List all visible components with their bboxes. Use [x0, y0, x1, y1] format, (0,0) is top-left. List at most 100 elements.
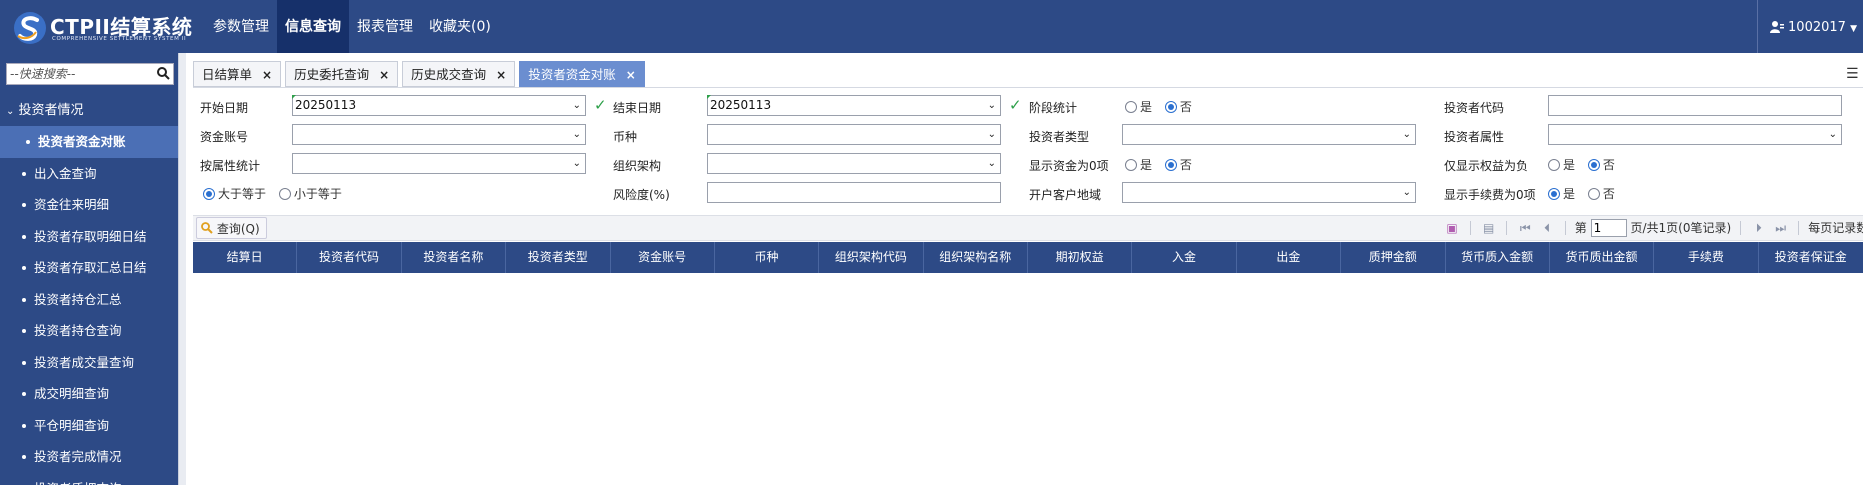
only-negative-radios: 是 否 [1548, 156, 1624, 173]
investor-attr-select[interactable]: ⌄ [1548, 124, 1842, 145]
search-icon[interactable] [157, 67, 170, 80]
menu-item-label: 投资者存取明细日结 [34, 229, 147, 244]
menu-item-close-detail[interactable]: 平仓明细查询 [0, 410, 178, 442]
radio-label: 大于等于 [218, 187, 266, 201]
close-icon[interactable]: × [379, 68, 389, 82]
col-investor-margin[interactable]: 投资者保证金 [1759, 242, 1863, 273]
only-negative-yes-radio[interactable] [1548, 159, 1560, 171]
close-icon[interactable]: × [626, 68, 636, 82]
tab-order-history[interactable]: 历史委托查询× [285, 61, 398, 87]
col-currency[interactable]: 币种 [715, 242, 819, 273]
region-select[interactable]: ⌄ [1122, 182, 1416, 203]
tab-divider [193, 87, 1863, 88]
attr-stat-select[interactable]: ⌄ [292, 153, 586, 174]
investor-type-select[interactable]: ⌄ [1122, 124, 1416, 145]
next-page-icon[interactable]: ⏵ [1750, 216, 1768, 240]
close-icon[interactable]: × [262, 68, 272, 82]
divider [1740, 221, 1741, 235]
fund-account-label: 资金账号 [200, 128, 248, 145]
show-zero-yes-radio[interactable] [1125, 159, 1137, 171]
radio-label: 是 [1140, 158, 1152, 172]
chevron-down-icon: ⌄ [988, 154, 996, 173]
menu-item-label: 投资者成交量查询 [34, 355, 134, 370]
menu-item-deposit-withdraw-query[interactable]: 出入金查询 [0, 158, 178, 190]
col-investor-code[interactable]: 投资者代码 [297, 242, 401, 273]
period-stat-yes-radio[interactable] [1125, 101, 1137, 113]
fund-account-select[interactable]: ⌄ [292, 124, 586, 145]
grid-toolbar: 查询(Q) ▣ ▤ ⏮ ⏴ 第 页/共1页(0笔记录) ⏵ ⏭ 每页记录数: 5… [193, 215, 1863, 241]
col-fee[interactable]: 手续费 [1654, 242, 1758, 273]
menu-item-label: 投资者持仓查询 [34, 323, 122, 338]
start-date-select[interactable]: 20250113⌄ [292, 95, 586, 116]
period-stat-radios: 是 否 [1125, 98, 1201, 115]
col-investor-name[interactable]: 投资者名称 [402, 242, 506, 273]
investor-type-label: 投资者类型 [1029, 128, 1089, 145]
period-stat-no-radio[interactable] [1165, 101, 1177, 113]
save-icon[interactable]: ▣ [1443, 216, 1461, 240]
menu-item-trade-detail[interactable]: 成交明细查询 [0, 378, 178, 410]
tab-fund-reconciliation[interactable]: 投资者资金对账× [519, 61, 645, 87]
menu-item-label: 投资者资金对账 [38, 134, 126, 149]
menu-item-volume-query[interactable]: 投资者成交量查询 [0, 347, 178, 379]
nav-report-management[interactable]: 报表管理 [349, 0, 421, 53]
currency-select[interactable]: ⌄ [707, 124, 1001, 145]
prev-page-icon[interactable]: ⏴ [1538, 216, 1556, 240]
menu-item-deposit-summary-daily[interactable]: 投资者存取汇总日结 [0, 252, 178, 284]
org-select[interactable]: ⌄ [707, 153, 1001, 174]
menu-item-deposit-detail-daily[interactable]: 投资者存取明细日结 [0, 221, 178, 253]
col-org-code[interactable]: 组织架构代码 [819, 242, 923, 273]
menu-item-label: 成交明细查询 [34, 386, 109, 401]
start-date-label: 开始日期 [200, 99, 248, 116]
query-button[interactable]: 查询(Q) [196, 217, 267, 239]
quick-search-input[interactable] [7, 64, 153, 84]
chevron-down-icon: ⌄ [6, 106, 14, 117]
col-currency-pledge-in[interactable]: 货币质入金额 [1446, 242, 1550, 273]
menu-item-fund-reconciliation[interactable]: 投资者资金对账 [0, 126, 178, 158]
show-zero-no-radio[interactable] [1165, 159, 1177, 171]
bullet-icon [22, 266, 26, 270]
show-fee-zero-no-radio[interactable] [1588, 188, 1600, 200]
menu-group-investor[interactable]: ⌄ 投资者情况 [0, 97, 178, 125]
last-page-icon[interactable]: ⏭ [1772, 216, 1790, 240]
menu-item-position-query[interactable]: 投资者持仓查询 [0, 315, 178, 347]
col-fund-account[interactable]: 资金账号 [611, 242, 715, 273]
close-icon[interactable]: × [496, 68, 506, 82]
hamburger-menu-icon[interactable]: ☰ [1846, 66, 1859, 82]
tab-daily-statement[interactable]: 日结算单× [193, 61, 281, 87]
col-withdraw[interactable]: 出金 [1237, 242, 1341, 273]
chevron-down-icon: ⌄ [573, 154, 581, 173]
menu-item-pledge-query[interactable]: 投资者质押查询 [0, 473, 178, 504]
first-page-icon[interactable]: ⏮ [1516, 216, 1534, 240]
col-currency-pledge-out[interactable]: 货币质出金额 [1550, 242, 1654, 273]
lte-radio[interactable] [279, 188, 291, 200]
col-org-name[interactable]: 组织架构名称 [924, 242, 1028, 273]
bullet-icon [22, 487, 26, 491]
check-icon: ✓ [594, 96, 607, 114]
gte-radio[interactable] [203, 188, 215, 200]
nav-param-management[interactable]: 参数管理 [205, 0, 277, 53]
page-number-input[interactable] [1591, 219, 1627, 237]
investor-code-input[interactable] [1548, 95, 1842, 116]
tab-trade-history[interactable]: 历史成交查询× [402, 61, 515, 87]
show-zero-label: 显示资金为0项 [1029, 157, 1109, 174]
nav-info-query[interactable]: 信息查询 [277, 0, 349, 53]
sidebar-collapse-handle[interactable] [178, 53, 186, 485]
col-investor-type[interactable]: 投资者类型 [506, 242, 610, 273]
end-date-select[interactable]: 20250113⌄ [707, 95, 1001, 116]
menu-group-label: 投资者情况 [19, 103, 84, 118]
nav-favorites[interactable]: 收藏夹(0) [421, 0, 499, 53]
menu-item-position-summary[interactable]: 投资者持仓汇总 [0, 284, 178, 316]
only-negative-no-radio[interactable] [1588, 159, 1600, 171]
user-menu[interactable]: 1002017 ▼ [1757, 0, 1857, 53]
menu-item-completion[interactable]: 投资者完成情况 [0, 441, 178, 473]
risk-input[interactable] [707, 182, 1001, 203]
col-opening-equity[interactable]: 期初权益 [1028, 242, 1132, 273]
radio-label: 小于等于 [294, 187, 342, 201]
col-settle-date[interactable]: 结算日 [193, 242, 297, 273]
show-fee-zero-yes-radio[interactable] [1548, 188, 1560, 200]
col-pledge-amount[interactable]: 质押金额 [1341, 242, 1445, 273]
caret-down-icon: ▼ [1850, 24, 1857, 34]
col-deposit[interactable]: 入金 [1132, 242, 1236, 273]
menu-item-fund-transfer-detail[interactable]: 资金往来明细 [0, 189, 178, 221]
export-icon[interactable]: ▤ [1480, 216, 1498, 240]
